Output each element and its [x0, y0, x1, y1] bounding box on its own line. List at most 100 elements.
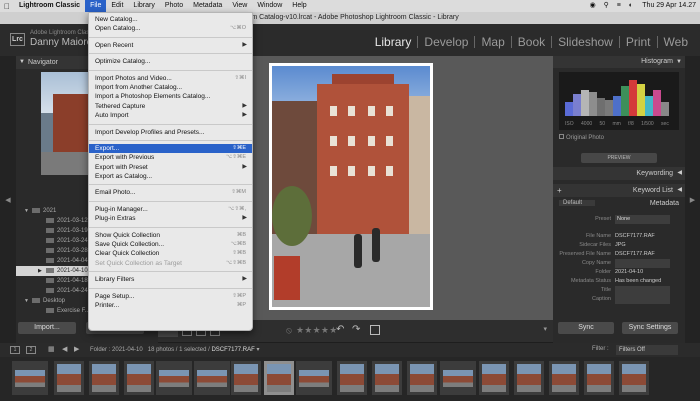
- menu-item-export[interactable]: Export... ⇧⌘E: [89, 143, 252, 154]
- filmstrip-thumbnail[interactable]: [407, 361, 437, 395]
- folder-icon: [46, 217, 54, 223]
- menu-item-import-catalog[interactable]: Import from Another Catalog...: [89, 83, 252, 92]
- module-slideshow[interactable]: Slideshow: [551, 36, 619, 48]
- plus-icon[interactable]: +: [557, 184, 562, 197]
- filmstrip-thumbnail[interactable]: [514, 361, 544, 395]
- submenu-arrow-icon: ▶: [242, 102, 247, 109]
- toolbar-dropdown-icon[interactable]: ▾: [543, 325, 547, 333]
- menu-item-save-quick-collection[interactable]: Save Quick Collection... ⌥⌘B: [89, 240, 252, 249]
- menu-app-name[interactable]: Lightroom Classic: [14, 0, 85, 12]
- filmstrip-thumbnail[interactable]: [124, 361, 154, 395]
- filmstrip-breadcrumb[interactable]: Folder : 2021-04-10 18 photos / 1 select…: [90, 346, 260, 353]
- filmstrip-thumbnail[interactable]: [194, 361, 230, 395]
- folder-icon: [46, 227, 54, 233]
- original-photo-toggle[interactable]: Original Photo: [559, 134, 679, 141]
- filmstrip-thumbnail[interactable]: [231, 361, 261, 395]
- filmstrip-thumbnail[interactable]: [440, 361, 476, 395]
- menu-item-export-catalog[interactable]: Export as Catalog...: [89, 172, 252, 181]
- menu-separator: [89, 69, 252, 71]
- menu-item-show-quick-collection[interactable]: Show Quick Collection ⌘B: [89, 231, 252, 240]
- left-panel-toggle[interactable]: ◀: [0, 56, 16, 343]
- module-develop[interactable]: Develop: [417, 36, 474, 48]
- crop-icon[interactable]: [370, 325, 380, 335]
- filter-select[interactable]: Filters Off: [616, 345, 678, 355]
- metadata-view-select[interactable]: Default: [559, 200, 595, 206]
- folder-icon: [46, 277, 54, 283]
- menu-view[interactable]: View: [227, 0, 252, 12]
- menu-photo[interactable]: Photo: [160, 0, 188, 12]
- filmstrip-thumbnail[interactable]: [156, 361, 192, 395]
- rotate-left-icon[interactable]: ↶: [336, 324, 344, 335]
- menu-item-import-photos[interactable]: Import Photos and Video... ⇧⌘I: [89, 74, 252, 83]
- filmstrip-thumbnail[interactable]: [12, 361, 48, 395]
- menu-library[interactable]: Library: [128, 0, 159, 12]
- metadata-title[interactable]: Metadata: [650, 200, 679, 207]
- menu-window[interactable]: Window: [252, 0, 287, 12]
- filmstrip-thumbnail[interactable]: [549, 361, 579, 395]
- back-arrow-icon[interactable]: ◀: [62, 345, 67, 353]
- module-picker: Library Develop Map Book Slideshow Print…: [369, 36, 694, 48]
- menu-metadata[interactable]: Metadata: [188, 0, 227, 12]
- smart-preview-button[interactable]: PREVIEW: [581, 153, 657, 163]
- main-photo[interactable]: [269, 63, 433, 310]
- menu-item-auto-import[interactable]: Auto Import ▶: [89, 111, 252, 120]
- caption-field[interactable]: [615, 295, 670, 304]
- menu-item-page-setup[interactable]: Page Setup... ⇧⌘P: [89, 292, 252, 301]
- menu-item-new-catalog[interactable]: New Catalog...: [89, 15, 252, 24]
- title-field[interactable]: [615, 286, 670, 295]
- forward-arrow-icon[interactable]: ▶: [74, 345, 79, 353]
- menu-item-email-photo[interactable]: Email Photo... ⇧⌘M: [89, 188, 252, 197]
- filmstrip-thumbnail[interactable]: [54, 361, 84, 395]
- menu-separator: [89, 36, 252, 38]
- menu-item-printer[interactable]: Printer... ⌘P: [89, 301, 252, 310]
- menu-item-tethered-capture[interactable]: Tethered Capture ▶: [89, 102, 252, 111]
- menu-item-optimize-catalog[interactable]: Optimize Catalog...: [89, 57, 252, 66]
- menu-help[interactable]: Help: [287, 0, 311, 12]
- module-web[interactable]: Web: [656, 36, 694, 48]
- filmstrip-thumbnail[interactable]: [89, 361, 119, 395]
- second-window-icon[interactable]: 2: [26, 346, 36, 354]
- apple-icon[interactable]: : [0, 2, 14, 11]
- preset-select[interactable]: None: [615, 215, 670, 224]
- folder-icon: [46, 237, 54, 243]
- grid-icon[interactable]: ▦: [48, 345, 55, 353]
- filmstrip-thumbnail[interactable]: [619, 361, 649, 395]
- metadata-row: Metadata Status Has been changed: [570, 278, 662, 284]
- menubar-clock[interactable]: Thu 29 Apr 14.27: [642, 0, 696, 12]
- menu-item-plugin-extras[interactable]: Plug-in Extras ▶: [89, 214, 252, 223]
- menu-item-export-previous[interactable]: Export with Previous ⌥⇧⌘E: [89, 153, 252, 162]
- menu-item-open-recent[interactable]: Open Recent ▶: [89, 41, 252, 50]
- metadata-row: File Name DSCF7177.RAF: [585, 233, 655, 239]
- star-rating-icon[interactable]: ⦸ ★★★★★: [286, 325, 338, 336]
- histogram-header[interactable]: Histogram ▼: [553, 56, 685, 68]
- menu-item-clear-quick-collection[interactable]: Clear Quick Collection ⇧⌘B: [89, 249, 252, 258]
- module-library[interactable]: Library: [369, 36, 418, 48]
- keyword-list-header[interactable]: + Keyword List ◀: [553, 184, 685, 197]
- right-panel-toggle[interactable]: ▶: [685, 56, 700, 343]
- menu-item-import-profiles[interactable]: Import Develop Profiles and Presets...: [89, 128, 252, 137]
- filmstrip-thumbnail[interactable]: [584, 361, 614, 395]
- sync-button[interactable]: Sync: [558, 322, 614, 334]
- menu-file[interactable]: File: [85, 0, 107, 12]
- copy-name-field[interactable]: [615, 259, 670, 268]
- keywording-header[interactable]: Keywording ◀: [553, 167, 685, 180]
- menu-item-export-preset[interactable]: Export with Preset ▶: [89, 163, 252, 172]
- menu-item-library-filters[interactable]: Library Filters ▶: [89, 275, 252, 284]
- system-tray-icons[interactable]: ◉ ⚲ ≡ ◐: [590, 0, 636, 12]
- filmstrip-thumbnail[interactable]: [372, 361, 402, 395]
- menu-edit[interactable]: Edit: [106, 0, 128, 12]
- filmstrip-thumbnail[interactable]: [479, 361, 509, 395]
- import-button[interactable]: Import...: [18, 322, 76, 334]
- module-book[interactable]: Book: [510, 36, 551, 48]
- filmstrip-thumbnail[interactable]: [296, 361, 332, 395]
- module-map[interactable]: Map: [474, 36, 510, 48]
- main-window-icon[interactable]: 1: [10, 346, 20, 354]
- menu-item-open-catalog[interactable]: Open Catalog... ⌥⌘O: [89, 24, 252, 33]
- menu-item-import-elements[interactable]: Import a Photoshop Elements Catalog...: [89, 92, 252, 101]
- module-print[interactable]: Print: [618, 36, 657, 48]
- sync-settings-button[interactable]: Sync Settings: [622, 322, 678, 334]
- filmstrip-thumbnail[interactable]: [337, 361, 367, 395]
- rotate-right-icon[interactable]: ↷: [352, 324, 360, 335]
- menu-item-plugin-manager[interactable]: Plug-in Manager... ⌥⇧⌘,: [89, 205, 252, 214]
- filmstrip-thumbnail-selected[interactable]: [264, 361, 294, 395]
